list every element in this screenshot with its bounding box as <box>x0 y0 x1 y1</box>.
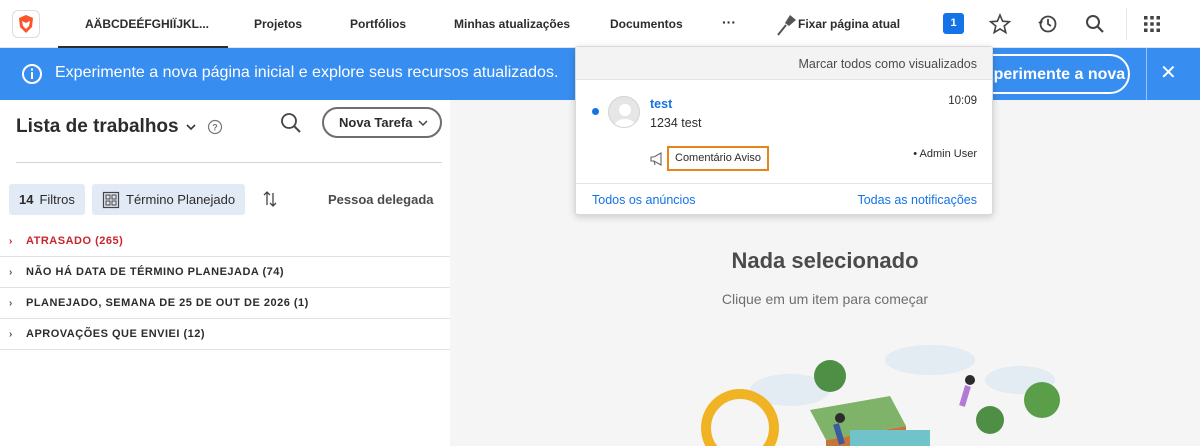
group-row[interactable]: › NÃO HÁ DATA DE TÉRMINO PLANEJADA (74) <box>0 257 450 288</box>
svg-text:?: ? <box>212 123 218 133</box>
chevron-right-icon: › <box>9 266 13 278</box>
pin-icon <box>777 15 796 36</box>
mark-all-viewed-button[interactable]: Marcar todos como visualizados <box>576 47 992 80</box>
search-icon[interactable] <box>1084 13 1106 35</box>
group-label: APROVAÇÕES QUE ENVIEI (12) <box>26 328 206 340</box>
empty-state-illustration <box>701 345 1060 446</box>
banner-text: Experimente a nova página inicial e expl… <box>55 64 559 81</box>
notification-message[interactable]: 1234 test <box>650 116 701 130</box>
notifications-dropdown: Marcar todos como visualizados test 1234… <box>575 46 993 215</box>
notification-author: • Admin User <box>913 148 977 160</box>
notification-type-label: Comentário Aviso <box>667 146 770 171</box>
empty-state-subtitle: Clique em um item para começar <box>721 291 929 307</box>
notification-type: Comentário Aviso <box>650 146 770 171</box>
group-label: PLANEJADO, SEMANA DE 25 DE OUT DE 2026 (… <box>26 297 309 309</box>
chevron-right-icon: › <box>9 328 13 340</box>
pin-page-button[interactable]: Fixar página atual <box>776 11 900 37</box>
assignee-column-header[interactable]: Pessoa delegada <box>328 192 434 207</box>
more-menu-button[interactable]: ··· <box>722 14 736 30</box>
work-list-title[interactable]: Lista de trabalhos ? <box>16 116 223 138</box>
grouping-icon <box>102 191 120 208</box>
header-divider <box>16 162 442 163</box>
chevron-down-icon <box>418 120 428 127</box>
new-task-button[interactable]: Nova Tarefa <box>322 107 442 138</box>
group-label: NÃO HÁ DATA DE TÉRMINO PLANEJADA (74) <box>26 266 285 278</box>
group-row[interactable]: › APROVAÇÕES QUE ENVIEI (12) <box>0 319 450 350</box>
topbar-divider <box>1126 8 1127 40</box>
notification-time: 10:09 <box>948 95 977 107</box>
group-label: ATRASADO (265) <box>26 235 124 247</box>
chevron-right-icon: › <box>9 297 13 309</box>
brand-logo-icon[interactable] <box>12 10 40 38</box>
close-banner-icon[interactable]: ✕ <box>1160 60 1177 85</box>
group-row[interactable]: › ATRASADO (265) <box>0 226 450 257</box>
nav-projects[interactable]: Projetos <box>254 17 302 31</box>
pin-page-label: Fixar página atual <box>798 17 901 31</box>
help-icon[interactable]: ? <box>207 119 223 135</box>
work-groups-list: › ATRASADO (265) › NÃO HÁ DATA DE TÉRMINO P… <box>0 226 450 350</box>
filters-button[interactable]: 14 Filtros <box>9 184 85 215</box>
nav-my-updates[interactable]: Minhas atualizações <box>454 17 570 31</box>
star-icon[interactable] <box>989 13 1011 35</box>
top-navigation-bar: AÄBCDEÉFGHIÏJKL... Projetos Portfólios M… <box>0 0 1200 48</box>
nav-portfolios[interactable]: Portfólios <box>350 17 406 31</box>
work-list-title-text: Lista de trabalhos <box>16 116 179 137</box>
filters-count: 14 <box>19 192 34 207</box>
megaphone-icon <box>650 151 662 166</box>
work-list-panel: Lista de trabalhos ? Nova Tarefa 14 Filt… <box>0 100 450 446</box>
chevron-right-icon: › <box>9 235 13 247</box>
brand-tab[interactable]: AÄBCDEÉFGHIÏJKL... <box>58 0 228 48</box>
sort-icon[interactable] <box>262 190 278 208</box>
nav-documents[interactable]: Documentos <box>610 17 683 31</box>
notification-footer-divider <box>576 183 992 184</box>
filters-label: Filtros <box>39 192 75 207</box>
new-task-label: Nova Tarefa <box>339 115 413 130</box>
info-icon <box>22 64 42 84</box>
group-row[interactable]: › PLANEJADO, SEMANA DE 25 DE OUT DE 2026 … <box>0 288 450 319</box>
apps-grid-icon[interactable] <box>1141 13 1163 35</box>
try-new-home-button[interactable]: Experimente a nova página inicial <box>972 54 1130 94</box>
avatar <box>608 96 640 128</box>
chevron-down-icon <box>186 124 196 131</box>
banner-divider <box>1146 48 1147 100</box>
grouping-label: Término Planejado <box>126 192 236 207</box>
history-icon[interactable] <box>1036 13 1058 35</box>
empty-state-title: Nada selecionado <box>731 248 919 273</box>
search-worklist-icon[interactable] <box>279 111 303 135</box>
all-announcements-link[interactable]: Todos os anúncios <box>592 193 696 207</box>
notification-count-badge[interactable]: 1 <box>943 13 964 34</box>
grouping-button[interactable]: Término Planejado <box>92 184 246 215</box>
all-notifications-link[interactable]: Todas as notificações <box>857 193 977 207</box>
notification-sender[interactable]: test <box>650 97 672 111</box>
unread-dot <box>592 108 599 115</box>
